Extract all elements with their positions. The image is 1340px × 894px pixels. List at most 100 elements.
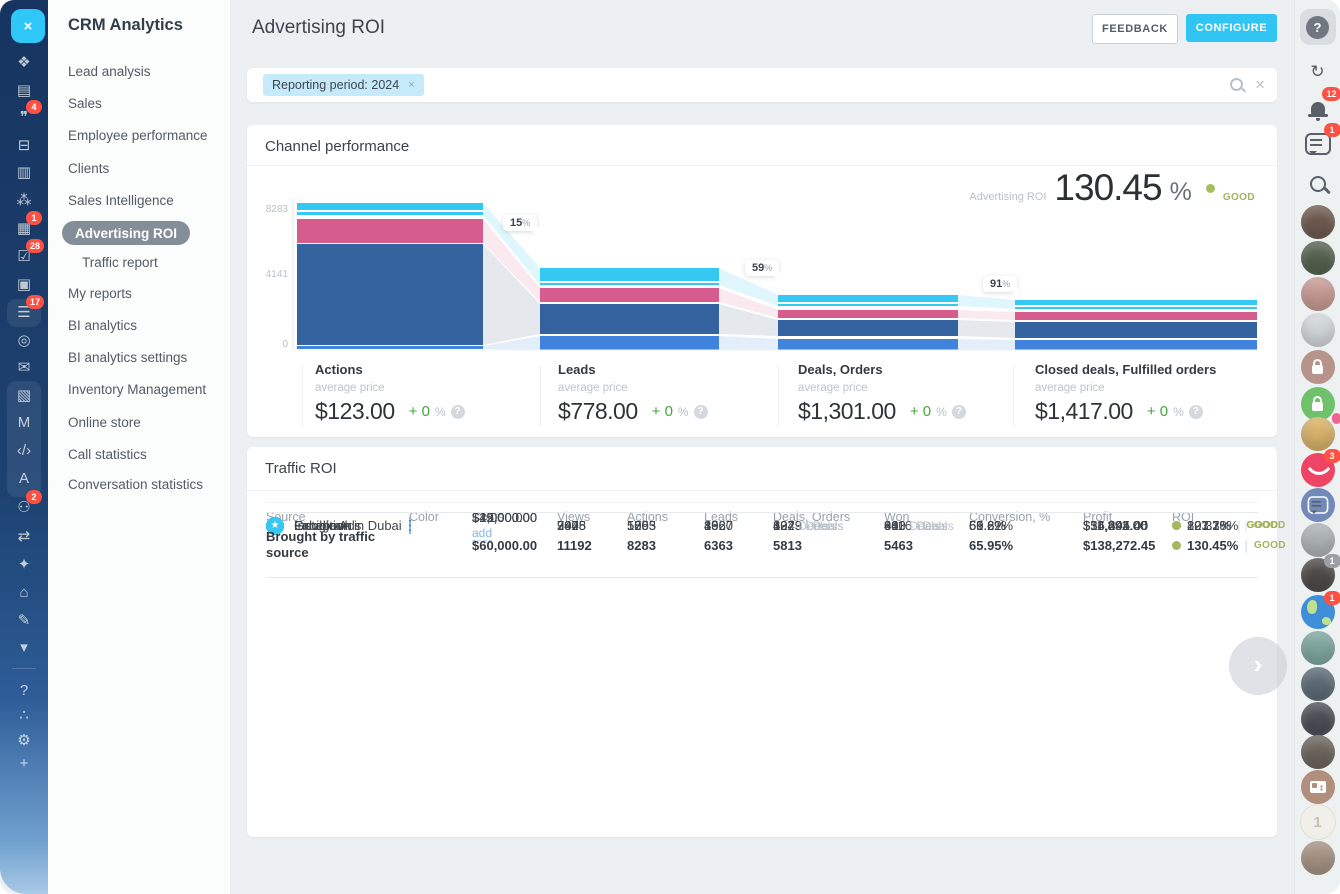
gear-icon[interactable]: ⚙ (0, 728, 48, 752)
sidebar-item-advertising-roi[interactable]: Advertising ROI (62, 221, 190, 245)
drawer-icon[interactable]: ⊟ (0, 133, 48, 157)
search-icon[interactable] (1230, 78, 1243, 91)
sliders-icon[interactable]: ⇄ (0, 524, 48, 548)
metric-sublabel: average price (315, 382, 465, 394)
lock-icon[interactable] (1301, 387, 1335, 421)
sidebar-item-lead-analysis[interactable]: Lead analysis (68, 60, 151, 82)
help-circle-icon[interactable]: ? (451, 405, 465, 419)
lock-icon[interactable] (1301, 350, 1335, 384)
conversion-label: 15% (503, 215, 537, 231)
avatar[interactable] (1301, 241, 1335, 275)
avatar[interactable] (1301, 313, 1335, 347)
help-icon[interactable]: ? (1300, 9, 1336, 45)
feedback-button[interactable]: FEEDBACK (1092, 14, 1178, 44)
sidebar-item-bi-analytics[interactable]: BI analytics (68, 314, 137, 336)
avatar[interactable] (1301, 667, 1335, 701)
clear-filter-icon[interactable]: × (1255, 76, 1265, 93)
sidebar-item-bi-analytics-settings[interactable]: BI analytics settings (68, 346, 187, 368)
sidebar-item-inventory-management[interactable]: Inventory Management (68, 378, 206, 400)
notification-badge: 1 (1324, 554, 1340, 568)
contacts-card-icon[interactable]: ▣ (0, 272, 48, 296)
configure-button[interactable]: CONFIGURE (1186, 14, 1277, 42)
left-icon-rail: × ❖ ▤ ❞4 ⊟ ▥ ⁂ ▦1 ☑28 ▣ ☰17 ◎ ✉ ▧ M ‹/› A ⚇2 ⇄ ✦ ⌂ ✎ ▾?∴⚙+ (0, 0, 48, 894)
sidebar-item-clients[interactable]: Clients (68, 157, 109, 179)
trophy-icon[interactable]: 1 (1300, 804, 1336, 840)
sidebar-item-sales[interactable]: Sales (68, 92, 102, 114)
avatar[interactable] (1301, 417, 1335, 451)
sidebar-item-online-store[interactable]: Online store (68, 411, 141, 433)
plus-icon[interactable]: + (0, 751, 48, 775)
filter-tag[interactable]: Reporting period: 2024 × (263, 74, 424, 96)
help-circle-icon[interactable]: ? (694, 405, 708, 419)
metric-unit: % (936, 405, 947, 419)
messenger-icon[interactable]: ❞4 (0, 105, 48, 129)
help-circle-icon[interactable]: ? (952, 405, 966, 419)
avatar[interactable] (1301, 735, 1335, 769)
metric-price: $123.00 (315, 398, 395, 425)
metric-label: Deals, Orders (798, 362, 966, 377)
people-icon[interactable]: ⁂ (0, 188, 48, 212)
search-icon[interactable] (1301, 167, 1335, 201)
inventory-icon[interactable]: ▧ (0, 383, 48, 407)
avatar[interactable] (1301, 205, 1335, 239)
cart-icon[interactable]: ✦ (0, 552, 48, 576)
sidebar-item-employee-performance[interactable]: Employee performance (68, 124, 208, 146)
avatar[interactable] (1301, 523, 1335, 557)
sidebar-item-traffic-report[interactable]: Traffic report (82, 251, 158, 273)
logo-pinwheel-icon[interactable]: ❖ (0, 50, 48, 74)
metric-delta: + 0 (652, 403, 673, 420)
globe-icon[interactable]: 1 (1301, 595, 1335, 629)
intranet-card-icon[interactable] (1301, 770, 1335, 804)
tasks-icon[interactable]: ☑28 (0, 244, 48, 268)
automation-icon[interactable]: A (0, 466, 48, 490)
avatar[interactable] (1301, 631, 1335, 665)
avatar[interactable] (1301, 277, 1335, 311)
notification-badge: 1 (1324, 591, 1340, 605)
avatar[interactable] (1301, 702, 1335, 736)
footer-label: Brought by traffic source (266, 529, 409, 561)
notification-badge: 17 (26, 295, 44, 309)
channel-performance-card: Channel performance Advertising ROI 130.… (247, 125, 1277, 437)
next-page-button[interactable]: › (1229, 637, 1287, 695)
metric-unit: % (1173, 405, 1184, 419)
metric-label: Actions (315, 362, 465, 377)
notifications-bell-icon[interactable]: 12 (1301, 91, 1335, 125)
sites-icon[interactable]: M (0, 410, 48, 434)
history-icon[interactable]: ↻ (1305, 59, 1331, 85)
traffic-roi-card: Traffic ROI SourceColorCostsViewsActions… (247, 447, 1277, 837)
notification-badge: 2 (26, 490, 42, 504)
avatar[interactable]: 1 (1301, 558, 1335, 592)
mail-icon[interactable]: ✉ (0, 355, 48, 379)
chevron-down-icon[interactable]: ▾ (0, 635, 48, 659)
avatar[interactable] (1301, 841, 1335, 875)
roi-status-badge: GOOD (1254, 540, 1286, 551)
funnel-chart[interactable]: 8283 4141 015%59%91% (247, 195, 1277, 360)
calendar-icon[interactable]: ▦1 (0, 216, 48, 240)
sidebar-item-call-statistics[interactable]: Call statistics (68, 443, 147, 465)
chat-icon[interactable]: 1 (1301, 127, 1335, 161)
sidebar-item-sales-intelligence[interactable]: Sales Intelligence (68, 189, 174, 211)
store-icon[interactable]: ⌂ (0, 580, 48, 604)
crm-funnel-icon[interactable]: ☰17 (0, 300, 48, 324)
sidebar-item-conversation-statistics[interactable]: Conversation statistics (68, 473, 203, 495)
robot-icon[interactable]: ⚇2 (0, 495, 48, 519)
documents-icon[interactable]: ▥ (0, 160, 48, 184)
right-icon-rail: ?↻1213111 (1294, 0, 1340, 894)
target-icon[interactable]: ◎ (0, 328, 48, 352)
dev-code-icon[interactable]: ‹/› (0, 438, 48, 462)
filter-bar[interactable]: Reporting period: 2024 × × (247, 68, 1277, 102)
filter-tag-label: Reporting period: 2024 (272, 78, 399, 92)
help-icon[interactable]: ? (0, 678, 48, 702)
sidebar-item-my-reports[interactable]: My reports (68, 282, 132, 304)
menu-collapse-button[interactable]: × (11, 9, 45, 43)
metric-card-closed-deals-fulfilled-orders: Closed deals, Fulfilled orders average p… (1035, 362, 1216, 425)
conversion-label: 59% (745, 260, 779, 276)
phone-icon[interactable]: 3 (1301, 453, 1335, 487)
structure-icon[interactable]: ∴ (0, 703, 48, 727)
filter-tag-close-icon[interactable]: × (408, 79, 414, 91)
sign-icon[interactable]: ✎ (0, 608, 48, 632)
group-chat-icon[interactable] (1301, 488, 1335, 522)
help-circle-icon[interactable]: ? (1189, 405, 1203, 419)
notification-badge: 3 (1324, 449, 1340, 463)
feed-icon[interactable]: ▤ (0, 78, 48, 102)
